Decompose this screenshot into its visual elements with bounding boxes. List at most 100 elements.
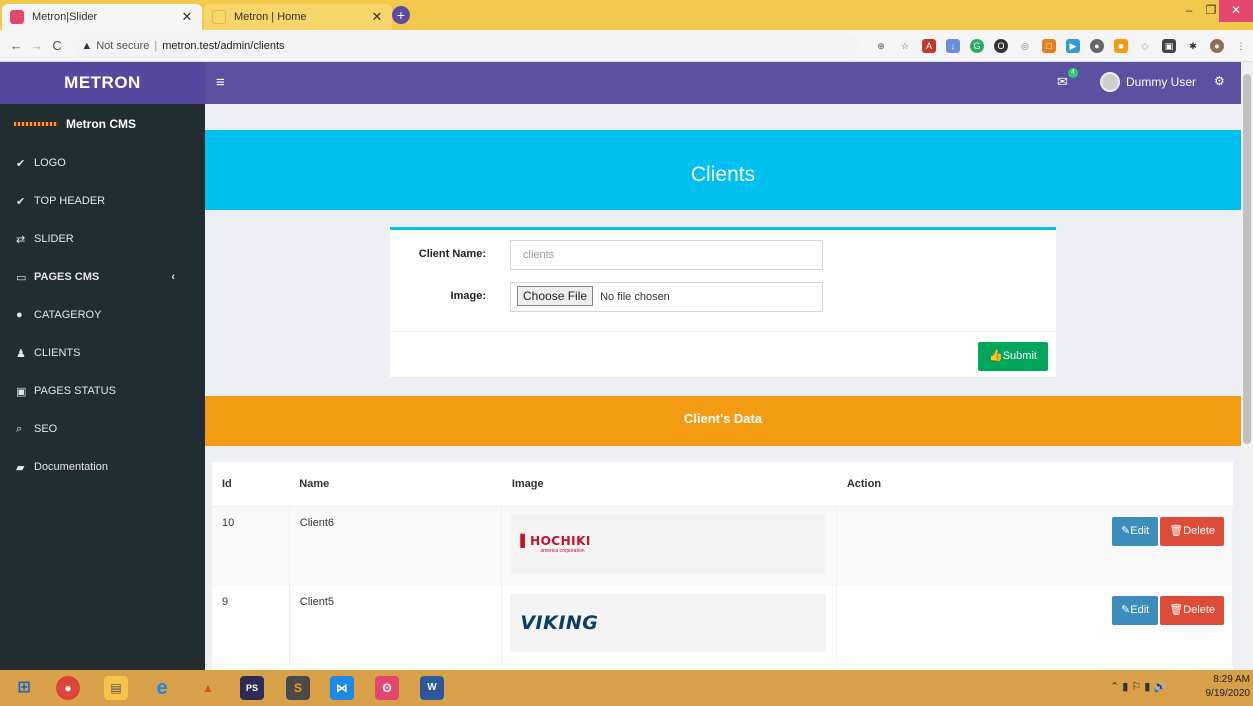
choose-file-button[interactable]: Choose File — [517, 286, 594, 306]
brand-logo[interactable]: METRON — [0, 62, 205, 104]
user-avatar[interactable] — [1100, 72, 1120, 92]
mini-logo-icon — [14, 122, 58, 126]
vlc-icon[interactable]: ▲ — [196, 676, 220, 700]
close-tab-icon[interactable]: ✕ — [180, 9, 194, 25]
new-tab-button[interactable]: + — [392, 6, 410, 24]
table-row: 10 Client6 ▌HOCHIKI america corporation … — [212, 506, 1233, 586]
puzzle-extension-icon[interactable]: ▶ — [1065, 38, 1080, 53]
image-file-input[interactable]: Choose File No file chosen — [510, 282, 823, 312]
laptop-icon: ▭ — [16, 271, 27, 284]
table-row: 9 Client5 VIKING ✎Edit 🗑Delete — [212, 586, 1233, 666]
book-icon: ▰ — [16, 461, 25, 474]
delete-button[interactable]: 🗑Delete — [1160, 516, 1224, 546]
client-logo-image: ▌HOCHIKI america corporation — [510, 514, 827, 573]
url-text: metron.test/admin/clients — [162, 39, 285, 52]
camera-extension-icon[interactable]: ◎ — [1018, 39, 1032, 53]
clients-data-heading: Client's Data — [205, 396, 1241, 446]
cell-action: ✎Edit 🗑Delete — [836, 586, 1233, 666]
sidebar-item-top-header[interactable]: ✔ TOP HEADER — [0, 182, 205, 220]
client-name-label: Client Name: — [418, 248, 486, 260]
browser-menu-icon[interactable]: ⋮ — [1234, 39, 1248, 53]
client-name-row: Client Name: clients — [390, 238, 1056, 270]
windows-start-icon[interactable]: ⊞ — [12, 676, 36, 700]
page-scrollbar[interactable] — [1241, 62, 1253, 670]
taskbar-date: 9/19/2020 — [1205, 688, 1251, 699]
sidebar-item-pages-cms[interactable]: ▭ PAGES CMS ‹ — [0, 258, 205, 296]
url-separator: | — [154, 39, 158, 52]
system-tray-icons[interactable]: ⌃ ▮ ⚐ ▮ 🔊 — [1110, 680, 1167, 693]
close-tab-icon[interactable]: ✕ — [370, 9, 384, 25]
sidebar-item-logo[interactable]: ✔ LOGO — [0, 144, 205, 182]
sidebar-item-label: TOP HEADER — [34, 195, 106, 207]
file-explorer-icon[interactable]: ▤ — [104, 676, 128, 700]
word-icon[interactable]: W — [420, 676, 444, 700]
cell-name: Client6 — [289, 506, 503, 586]
sublime-text-icon[interactable]: S — [286, 676, 310, 700]
green-extension-icon[interactable]: G — [969, 38, 984, 53]
delete-button[interactable]: 🗑Delete — [1160, 596, 1224, 625]
extensions-puzzle-icon[interactable]: ✱ — [1186, 39, 1200, 53]
user-name[interactable]: Dummy User — [1126, 75, 1196, 89]
taskbar-clock[interactable]: 8:29 AM 9/19/2020 — [1200, 673, 1251, 701]
sidebar-item-documentation[interactable]: ▰ Documentation — [0, 448, 205, 486]
sidebar-item-label: LOGO — [34, 157, 66, 169]
sidebar-item-pages-status[interactable]: ▣ PAGES STATUS — [0, 372, 205, 410]
cookie-extension-icon[interactable]: ● — [1089, 38, 1104, 53]
xampp-icon[interactable]: ʘ — [375, 676, 399, 700]
forward-arrow-icon[interactable]: → — [26, 38, 46, 53]
star-icon[interactable]: ☆ — [898, 39, 912, 53]
internet-explorer-icon[interactable]: e — [150, 676, 174, 700]
address-bar[interactable]: ▲ Not secure | metron.test/admin/clients — [73, 33, 859, 58]
clients-table-box: Id Name Image Action 10 Client6 ▌HOCHIKI… — [212, 462, 1233, 670]
photo-extension-icon[interactable]: □ — [1041, 38, 1056, 53]
close-window-icon[interactable]: ✕ — [1219, 0, 1253, 22]
metron-favicon-icon — [10, 10, 24, 24]
sidebar-item-slider[interactable]: ⇄ SLIDER — [0, 220, 205, 258]
page-title: Clients — [205, 130, 1241, 210]
metron-favicon-icon — [212, 10, 226, 24]
zoom-icon[interactable]: ⊕ — [874, 39, 888, 53]
reload-icon[interactable]: C — [47, 38, 67, 53]
download-extension-icon[interactable]: ↓ — [945, 38, 960, 53]
sidebar-item-label: CATAGEROY — [34, 309, 102, 321]
sidebar-item-seo[interactable]: ⌕ SEO — [0, 410, 205, 448]
tab-title: Metron | Home — [234, 11, 307, 23]
browser-tab-active[interactable]: Metron|Slider ✕ — [2, 4, 202, 30]
sidebar-item-label: PAGES CMS — [34, 271, 100, 283]
settings-gears-icon[interactable]: ⚙ — [1214, 74, 1225, 88]
chevron-left-icon: ‹ — [171, 271, 175, 283]
sidebar-item-clients[interactable]: ♟ CLIENTS — [0, 334, 205, 372]
thumbs-up-icon: 👍 — [989, 350, 1003, 362]
extension-icons: ⊕ ☆ A ↓ G O ◎ □ ▶ ● ■ ◇ ▣ ✱ ● ⋮ — [869, 38, 1253, 53]
column-header-action: Action — [836, 462, 1233, 507]
client-form: Client Name: clients Image: Choose File … — [390, 227, 1056, 377]
edit-button[interactable]: ✎Edit — [1112, 516, 1159, 546]
browser-tab-inactive[interactable]: Metron | Home ✕ — [204, 4, 392, 30]
image-label: Image: — [450, 290, 486, 302]
phpstorm-icon[interactable]: PS — [240, 676, 264, 700]
sidebar-toggle-icon[interactable]: ≡ — [216, 74, 225, 91]
trash-icon: 🗑 — [1169, 524, 1184, 537]
column-header-id: Id — [212, 462, 290, 507]
sidebar-item-label: CLIENTS — [34, 347, 81, 359]
shield-extension-icon[interactable]: ◇ — [1138, 39, 1152, 53]
scrollbar-thumb[interactable] — [1243, 74, 1251, 444]
back-arrow-icon[interactable]: ← — [6, 38, 26, 53]
chrome-taskbar-icon[interactable]: ● — [56, 676, 80, 700]
mail-icon[interactable]: ✉ — [1057, 74, 1068, 90]
qr-extension-icon[interactable]: ▣ — [1161, 38, 1176, 53]
orange-extension-icon[interactable]: ■ — [1113, 38, 1128, 53]
check-circle-icon: ✔ — [16, 157, 26, 170]
sidebar-item-catageroy[interactable]: ● CATAGEROY — [0, 296, 205, 334]
profile-avatar-icon[interactable]: ● — [1209, 38, 1224, 53]
sidebar-item-label: PAGES STATUS — [34, 385, 116, 397]
client-name-input[interactable]: clients — [510, 240, 823, 270]
dark-extension-icon[interactable]: O — [993, 38, 1008, 53]
edit-button[interactable]: ✎Edit — [1112, 596, 1159, 625]
submit-button[interactable]: 👍Submit — [978, 342, 1048, 371]
viking-logo: VIKING — [520, 612, 599, 634]
form-divider — [390, 331, 1056, 332]
vscode-icon[interactable]: ⋈ — [330, 676, 354, 700]
trash-icon: 🗑 — [1169, 604, 1184, 616]
pdf-extension-icon[interactable]: A — [921, 38, 936, 53]
